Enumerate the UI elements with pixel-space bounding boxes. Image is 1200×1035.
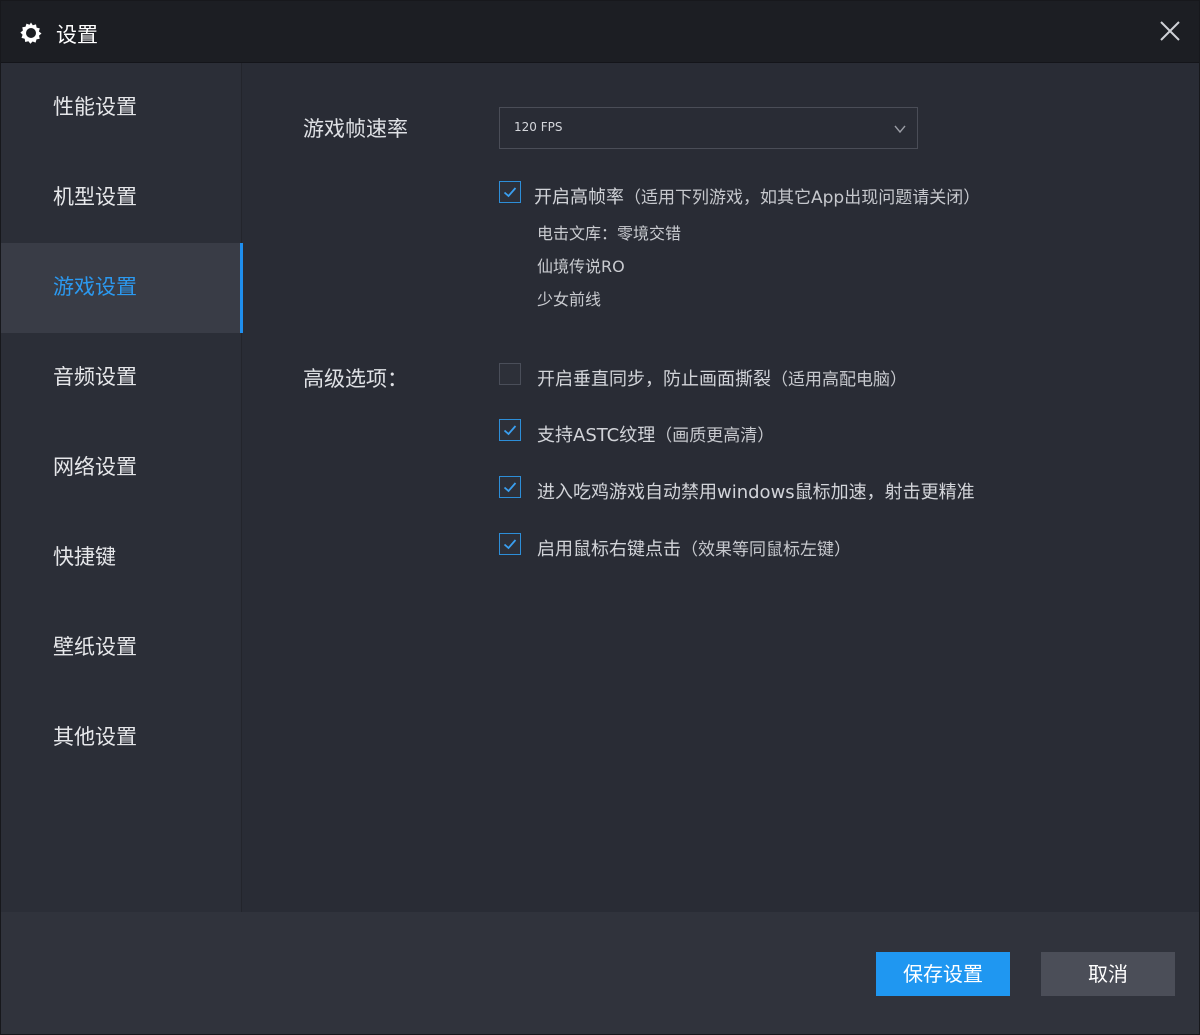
chevron-down-icon	[893, 121, 907, 135]
astc-label: 支持ASTC纹理	[537, 425, 656, 446]
sidebar-item-wallpaper[interactable]: 壁纸设置	[1, 603, 241, 693]
footer-bar: 保存设置 取消	[1, 912, 1199, 1034]
sidebar-item-performance[interactable]: 性能设置	[1, 63, 241, 153]
high-fps-option: 开启高帧率（适用下列游戏，如其它App出现问题请关闭）	[534, 183, 980, 209]
fps-select-value: 120 FPS	[514, 120, 563, 134]
game-settings-panel: 游戏帧速率 120 FPS 开启高帧率（适用下列游戏，如其它App出现问题请关闭…	[242, 63, 1199, 912]
sidebar-item-label: 快捷键	[53, 545, 116, 569]
sidebar-item-shortcuts[interactable]: 快捷键	[1, 513, 241, 603]
save-settings-button[interactable]: 保存设置	[876, 952, 1010, 996]
sidebar-item-label: 机型设置	[53, 185, 137, 209]
settings-window: 设置 性能设置 机型设置 游戏设置 音频设置 网络设置 快捷键 壁纸设置 其他设…	[0, 0, 1200, 1035]
sidebar: 性能设置 机型设置 游戏设置 音频设置 网络设置 快捷键 壁纸设置 其他设置	[1, 63, 243, 912]
right-click-option: 启用鼠标右键点击（效果等同鼠标左键）	[537, 535, 851, 561]
game-list-item: 电击文库：零境交错	[537, 224, 682, 243]
vsync-checkbox[interactable]	[499, 363, 521, 385]
sidebar-item-label: 性能设置	[53, 95, 137, 119]
sidebar-item-device-model[interactable]: 机型设置	[1, 153, 241, 243]
close-icon[interactable]	[1156, 17, 1184, 45]
game-list-item: 少女前线	[537, 290, 602, 309]
fps-label: 游戏帧速率	[303, 117, 408, 141]
sidebar-item-game[interactable]: 游戏设置	[1, 243, 243, 333]
sidebar-item-label: 网络设置	[53, 455, 137, 479]
mouse-accel-label: 进入吃鸡游戏自动禁用windows鼠标加速，射击更精准	[537, 482, 975, 503]
vsync-option: 开启垂直同步，防止画面撕裂（适用高配电脑）	[537, 365, 907, 391]
vsync-label: 开启垂直同步，防止画面撕裂	[537, 369, 771, 390]
sidebar-item-network[interactable]: 网络设置	[1, 423, 241, 513]
right-click-note: （效果等同鼠标左键）	[681, 540, 851, 560]
sidebar-item-label: 其他设置	[53, 725, 137, 749]
vsync-note: （适用高配电脑）	[771, 370, 907, 390]
right-click-label: 启用鼠标右键点击	[537, 539, 681, 560]
high-fps-label: 开启高帧率	[534, 187, 624, 208]
game-list-item: 仙境传说RO	[537, 257, 625, 276]
fps-select[interactable]: 120 FPS	[499, 107, 918, 149]
astc-option: 支持ASTC纹理（画质更高清）	[537, 421, 774, 447]
sidebar-item-audio[interactable]: 音频设置	[1, 333, 241, 423]
sidebar-item-label: 壁纸设置	[53, 635, 137, 659]
astc-note: （画质更高清）	[655, 426, 775, 446]
astc-checkbox[interactable]	[499, 419, 521, 441]
window-title: 设置	[56, 23, 98, 47]
gear-icon	[19, 21, 43, 45]
high-fps-note: （适用下列游戏，如其它App出现问题请关闭）	[624, 188, 981, 208]
cancel-button[interactable]: 取消	[1041, 952, 1175, 996]
title-bar: 设置	[1, 1, 1199, 63]
sidebar-item-other[interactable]: 其他设置	[1, 693, 241, 783]
right-click-checkbox[interactable]	[499, 533, 521, 555]
mouse-accel-option: 进入吃鸡游戏自动禁用windows鼠标加速，射击更精准	[537, 478, 975, 504]
advanced-options-label: 高级选项：	[303, 367, 408, 391]
sidebar-item-label: 音频设置	[53, 365, 137, 389]
high-fps-checkbox[interactable]	[499, 181, 521, 203]
sidebar-item-label: 游戏设置	[53, 275, 137, 299]
mouse-accel-checkbox[interactable]	[499, 476, 521, 498]
